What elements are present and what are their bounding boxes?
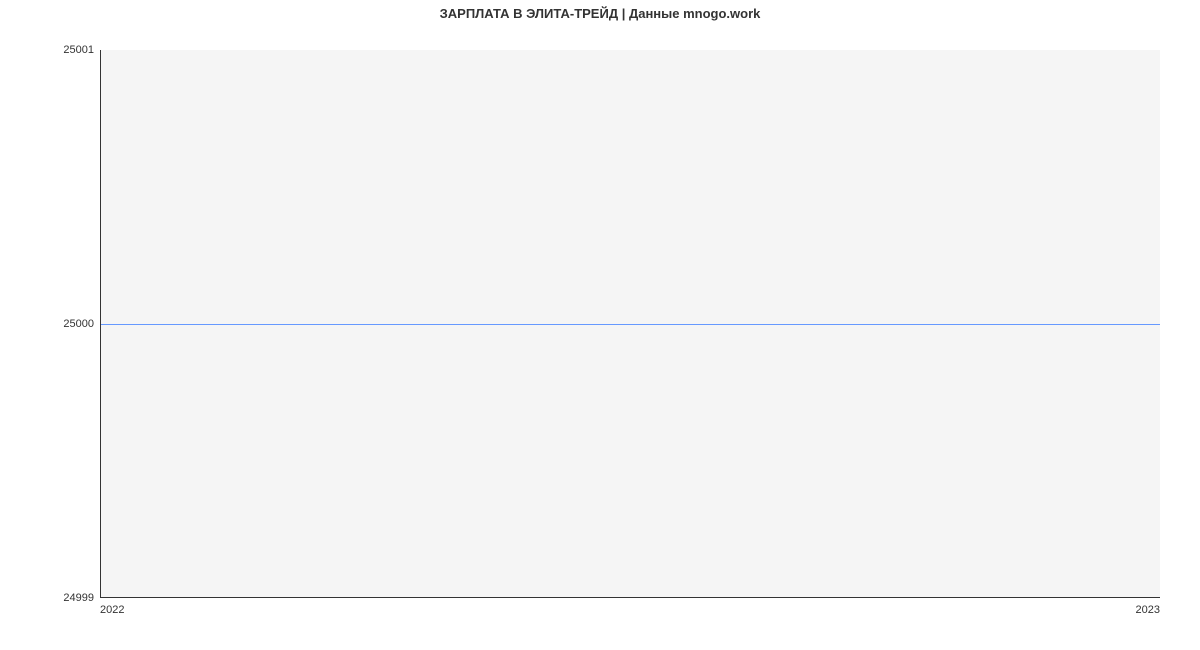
- y-tick-label: 25001: [34, 44, 94, 56]
- y-tick-label: 25000: [34, 318, 94, 330]
- y-tick-label: 24999: [34, 592, 94, 604]
- x-tick-label: 2023: [1136, 604, 1160, 616]
- x-tick-label: 2022: [100, 604, 124, 616]
- data-series-line: [101, 324, 1160, 325]
- chart-title: ЗАРПЛАТА В ЭЛИТА-ТРЕЙД | Данные mnogo.wo…: [0, 6, 1200, 21]
- plot-area: [100, 50, 1160, 598]
- chart-container: ЗАРПЛАТА В ЭЛИТА-ТРЕЙД | Данные mnogo.wo…: [0, 0, 1200, 650]
